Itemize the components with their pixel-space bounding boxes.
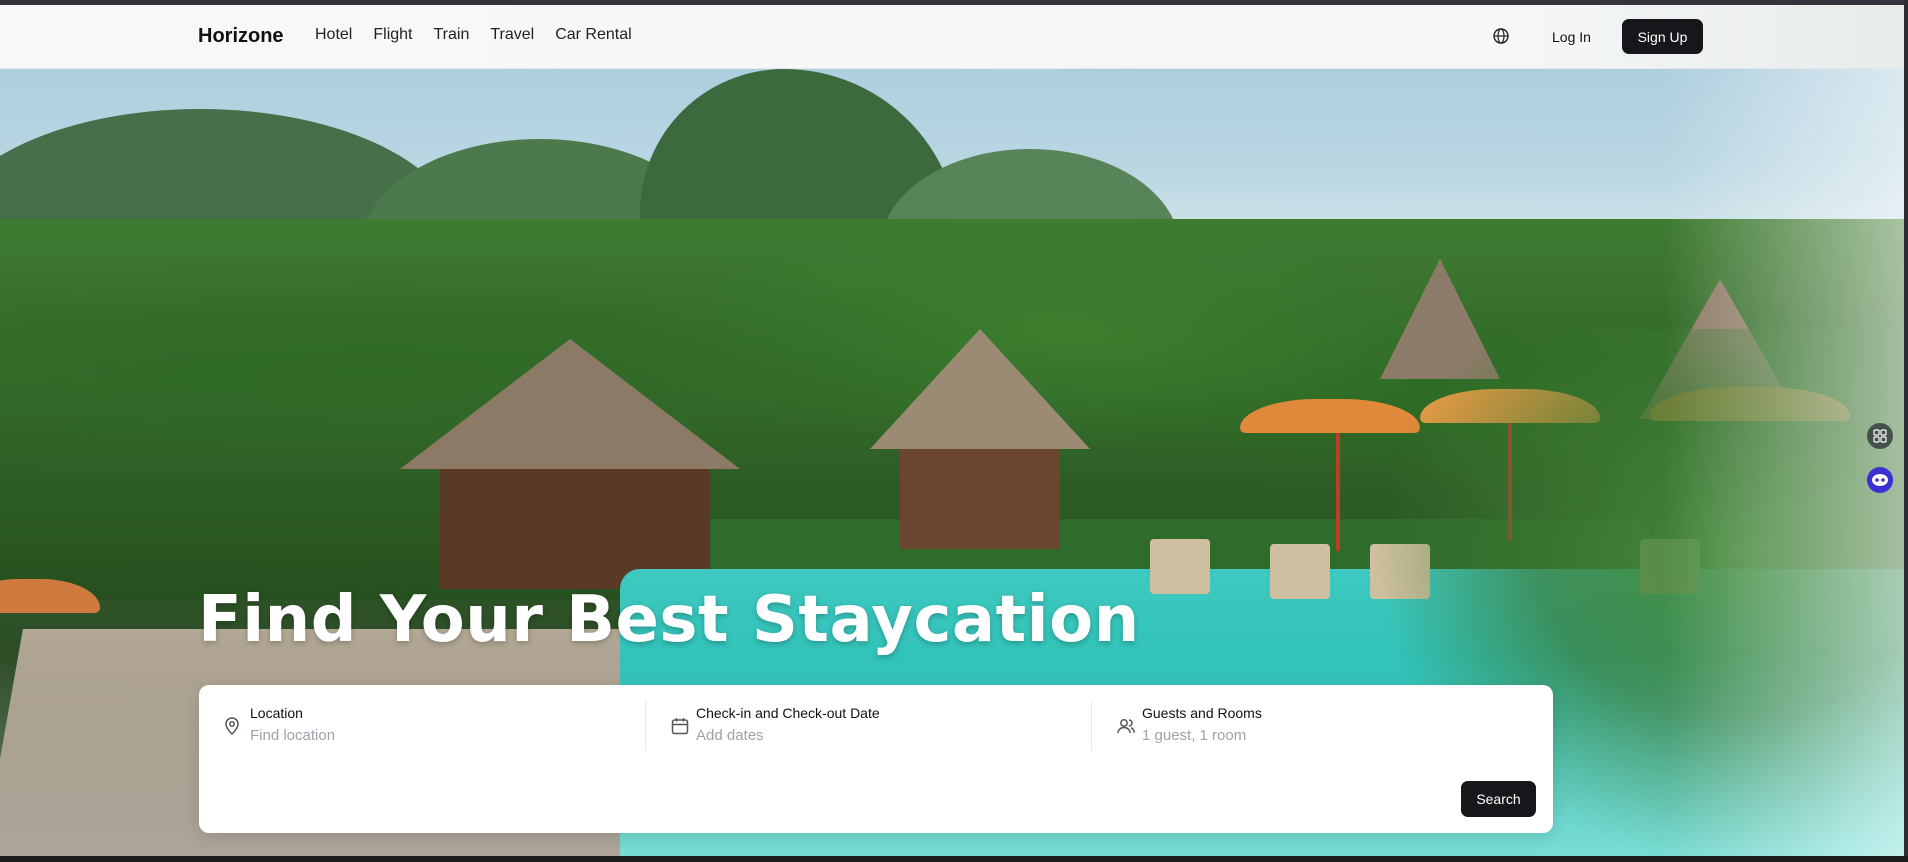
- hut-roof: [400, 339, 740, 469]
- map-pin-icon: [222, 716, 242, 736]
- guests-input[interactable]: 1 guest, 1 room: [1142, 727, 1246, 744]
- nav-link-car-rental[interactable]: Car Rental: [555, 26, 631, 44]
- guests-label: Guests and Rooms: [1142, 705, 1262, 721]
- calendar-icon: [670, 716, 690, 736]
- dates-field[interactable]: Check-in and Check-out Date Add dates: [645, 701, 1085, 751]
- navbar: Horizone Hotel Flight Train Travel Car R…: [0, 5, 1904, 69]
- location-input[interactable]: Find location: [250, 727, 335, 744]
- users-icon: [1116, 716, 1136, 736]
- umbrella-pole: [1336, 431, 1340, 551]
- browser-bottom-strip: [0, 856, 1908, 862]
- signup-button[interactable]: Sign Up: [1622, 19, 1703, 54]
- nav-link-hotel[interactable]: Hotel: [315, 26, 352, 44]
- dates-label: Check-in and Check-out Date: [696, 705, 880, 721]
- search-button[interactable]: Search: [1461, 781, 1536, 817]
- hero-title: Find Your Best Staycation: [198, 583, 1140, 657]
- nav-link-travel[interactable]: Travel: [490, 26, 534, 44]
- dates-input[interactable]: Add dates: [696, 727, 764, 744]
- login-button[interactable]: Log In: [1550, 22, 1593, 52]
- lounge-chair: [1150, 539, 1210, 594]
- hut: [900, 449, 1060, 549]
- nav-link-train[interactable]: Train: [433, 26, 469, 44]
- search-card: Location Find location Check-in and Chec…: [199, 685, 1553, 833]
- window-edge: [1904, 0, 1908, 862]
- nav-link-flight[interactable]: Flight: [373, 26, 412, 44]
- hut-roof: [870, 329, 1090, 449]
- location-field[interactable]: Location Find location: [219, 701, 639, 751]
- assistant-widget-icon[interactable]: [1867, 467, 1893, 493]
- lounge-chair: [1270, 544, 1330, 599]
- grid-widget-icon[interactable]: [1867, 423, 1893, 449]
- nav-links: Hotel Flight Train Travel Car Rental: [315, 26, 653, 44]
- location-label: Location: [250, 705, 303, 721]
- guests-field[interactable]: Guests and Rooms 1 guest, 1 room: [1091, 701, 1531, 751]
- brand-logo[interactable]: Horizone: [198, 25, 284, 48]
- globe-icon[interactable]: [1492, 27, 1510, 45]
